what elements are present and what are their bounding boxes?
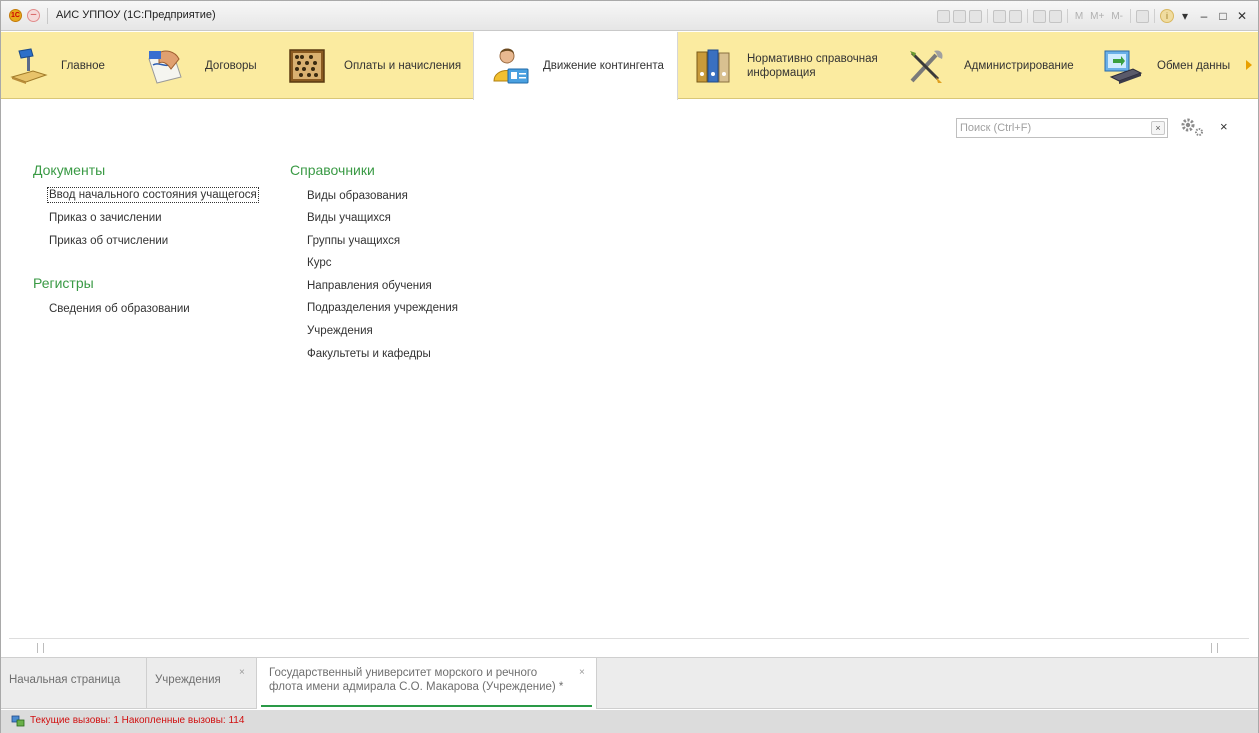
toolbar-divider	[1026, 9, 1028, 23]
search-clear-icon[interactable]: ×	[1151, 121, 1165, 135]
cmd-initial-state-entry[interactable]: Ввод начального состояния учащегося	[47, 187, 259, 203]
person-card-icon	[493, 48, 529, 84]
cmd-education-info[interactable]: Сведения об образовании	[49, 303, 190, 315]
maximize-icon[interactable]: □	[1215, 9, 1231, 23]
cmd-course[interactable]: Курс	[307, 257, 331, 269]
cmd-student-types[interactable]: Виды учащихся	[307, 212, 391, 224]
section-data-exchange-label: Обмен данны	[1157, 60, 1231, 72]
section-data-exchange[interactable]: Обмен данны	[1089, 32, 1258, 99]
calendar-icon[interactable]	[1032, 9, 1046, 23]
desk-lamp-icon	[10, 48, 48, 84]
info-icon[interactable]: i	[1160, 9, 1174, 23]
1c-logo-icon[interactable]: 1С	[9, 9, 22, 22]
cmd-faculties-departments[interactable]: Факультеты и кафедры	[307, 348, 431, 360]
tools-icon	[910, 50, 943, 83]
window-layout-icon[interactable]	[1136, 9, 1149, 23]
section-administration[interactable]: Администрирование	[894, 32, 1089, 99]
group-title-registers: Регистры	[33, 275, 94, 291]
memory-minus-button[interactable]: M-	[1109, 11, 1125, 22]
title-bar: 1С – АИС УППОУ (1С:Предприятие) M M+ M- …	[1, 1, 1258, 31]
toolbar-divider	[1066, 9, 1068, 23]
function-panel: × × Документы Ввод начального состояния …	[1, 100, 1258, 638]
cmd-student-groups[interactable]: Группы учащихся	[307, 235, 400, 247]
section-main-label: Главное	[61, 60, 105, 72]
tab-university-record-label-2: флота имени адмирала С.О. Макарова (Учре…	[269, 681, 564, 693]
binders-icon	[696, 49, 730, 83]
memory-m-button[interactable]: M	[1073, 11, 1085, 22]
section-reference-info[interactable]: Нормативно справочная информация	[678, 32, 894, 99]
active-tab-indicator	[261, 705, 592, 707]
title-toolbar: M M+ M- i ▾ – □ ✕	[936, 7, 1250, 25]
performance-counters: Текущие вызовы: 1 Накопленные вызовы: 11…	[30, 715, 245, 726]
back-circle-icon[interactable]: –	[27, 9, 40, 22]
memory-plus-button[interactable]: M+	[1088, 11, 1106, 22]
network-calls-icon[interactable]	[11, 715, 25, 728]
section-payments-label: Оплаты и начисления	[344, 60, 462, 72]
section-contingent[interactable]: Движение контингента	[473, 32, 678, 100]
section-reference-info-label-1: Нормативно справочная	[747, 53, 878, 65]
cmd-study-directions[interactable]: Направления обучения	[307, 280, 432, 292]
panel-close-icon[interactable]: ×	[1220, 119, 1228, 134]
status-bar: Текущие вызовы: 1 Накопленные вызовы: 11…	[1, 710, 1258, 733]
cmd-enrollment-order[interactable]: Приказ о зачислении	[49, 212, 162, 224]
section-administration-label: Администрирование	[964, 60, 1074, 72]
cmd-institutions[interactable]: Учреждения	[307, 325, 373, 337]
horizontal-scrollbar[interactable]	[9, 638, 1249, 656]
group-title-documents: Документы	[33, 162, 106, 178]
search-input[interactable]	[957, 119, 1147, 137]
preview-icon[interactable]	[968, 9, 982, 23]
group-title-catalogs: Справочники	[290, 162, 375, 178]
save-icon[interactable]	[936, 9, 950, 23]
toolbar-divider	[1154, 9, 1155, 23]
toolbar-divider	[1130, 9, 1131, 23]
search-box: ×	[956, 118, 1168, 138]
tab-institutions[interactable]: Учреждения ×	[147, 658, 257, 709]
signing-hand-icon	[148, 50, 182, 84]
section-reference-info-label-2: информация	[747, 67, 816, 79]
window-title: АИС УППОУ (1С:Предприятие)	[56, 9, 216, 21]
favorites-star-icon[interactable]	[992, 9, 1006, 23]
calculator-icon[interactable]	[1048, 9, 1062, 23]
tab-close-icon[interactable]: ×	[579, 666, 585, 680]
tab-close-icon[interactable]: ×	[239, 666, 245, 680]
section-contingent-label: Движение контингента	[543, 60, 664, 72]
dropdown-arrow-icon[interactable]: ▾	[1177, 9, 1193, 23]
tab-home-page-label: Начальная страница	[9, 674, 121, 686]
scroll-marker	[43, 643, 44, 653]
section-payments[interactable]: Оплаты и начисления	[267, 32, 473, 99]
scroll-marker	[37, 643, 38, 653]
data-exchange-icon	[1104, 50, 1143, 84]
sections-scroll-right-icon[interactable]	[1246, 60, 1252, 70]
scroll-marker	[1211, 643, 1212, 653]
cmd-education-types[interactable]: Виды образования	[307, 190, 408, 202]
gear-icon[interactable]	[1179, 116, 1205, 138]
print-icon[interactable]	[952, 9, 966, 23]
sections-panel: Главное Договоры Оплаты и начисления Дви…	[1, 32, 1258, 100]
abacus-icon	[289, 49, 325, 83]
copy-icon[interactable]	[1008, 9, 1022, 23]
open-windows-bar: Начальная страница Учреждения × Государс…	[1, 657, 1258, 709]
cmd-institution-divisions[interactable]: Подразделения учреждения	[307, 302, 458, 314]
toolbar-divider	[986, 9, 988, 23]
app-window: 1С – АИС УППОУ (1С:Предприятие) M M+ M- …	[0, 0, 1259, 733]
cmd-expulsion-order[interactable]: Приказ об отчислении	[49, 235, 168, 247]
tab-university-record[interactable]: Государственный университет морского и р…	[257, 658, 597, 709]
tab-home-page[interactable]: Начальная страница	[1, 658, 147, 709]
tab-university-record-label-1: Государственный университет морского и р…	[269, 667, 538, 679]
title-separator	[47, 8, 48, 24]
section-main[interactable]: Главное	[1, 32, 137, 99]
close-icon[interactable]: ✕	[1234, 9, 1250, 23]
scroll-marker	[1217, 643, 1218, 653]
section-contracts[interactable]: Договоры	[137, 32, 267, 99]
tab-institutions-label: Учреждения	[155, 674, 221, 686]
section-contracts-label: Договоры	[205, 60, 257, 72]
minimize-icon[interactable]: –	[1196, 9, 1212, 23]
